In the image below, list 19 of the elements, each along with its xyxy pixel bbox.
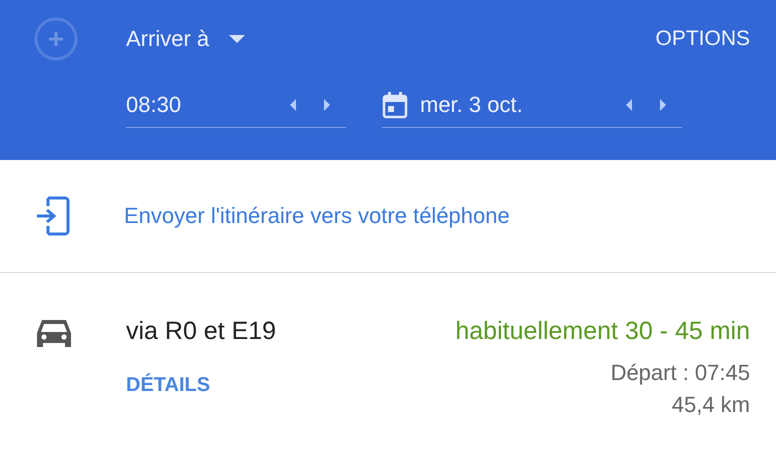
options-button[interactable]: OPTIONS xyxy=(655,27,750,51)
caret-icon xyxy=(229,35,246,43)
distance: 45,4 km xyxy=(672,392,750,418)
car-icon xyxy=(36,317,72,349)
details-button[interactable]: DÉTAILS xyxy=(126,374,210,397)
send-to-phone-icon[interactable] xyxy=(36,196,70,236)
previous-icon[interactable] xyxy=(624,98,634,112)
time-field[interactable]: 08:30 xyxy=(126,82,346,128)
route-name: via R0 et E19 xyxy=(126,317,276,346)
date-field[interactable]: mer. 3 oct. xyxy=(382,82,682,128)
next-icon[interactable] xyxy=(658,98,668,112)
travel-time: habituellement 30 - 45 min xyxy=(455,317,750,346)
arrive-by-dropdown[interactable]: Arriver à xyxy=(126,26,246,52)
departure-time: Départ : 07:45 xyxy=(610,360,750,386)
send-to-phone-link[interactable]: Envoyer l'itinéraire vers votre téléphone xyxy=(124,203,510,229)
next-icon[interactable] xyxy=(322,98,332,112)
calendar-icon xyxy=(382,90,408,118)
previous-icon[interactable] xyxy=(288,98,298,112)
add-icon[interactable] xyxy=(34,17,78,61)
